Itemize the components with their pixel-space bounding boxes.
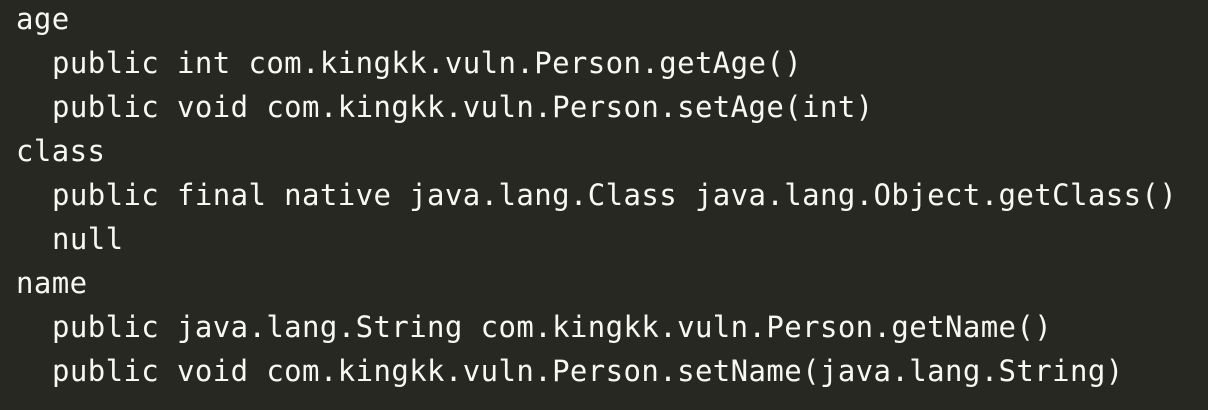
- property-name-age: age: [16, 2, 70, 36]
- setter-method-line: public void com.kingkk.vuln.Person.setAg…: [52, 90, 874, 124]
- getter-method-line: public java.lang.String com.kingkk.vuln.…: [52, 310, 1053, 344]
- getter-method-line: public final native java.lang.Class java…: [52, 178, 1178, 212]
- setter-method-line: public void com.kingkk.vuln.Person.setNa…: [52, 354, 1124, 388]
- property-name-class: class: [16, 134, 106, 168]
- setter-method-line: null: [52, 222, 124, 256]
- property-name-name: name: [16, 266, 88, 300]
- code-output-block: age public int com.kingkk.vuln.Person.ge…: [0, 0, 1208, 410]
- getter-method-line: public int com.kingkk.vuln.Person.getAge…: [52, 46, 803, 80]
